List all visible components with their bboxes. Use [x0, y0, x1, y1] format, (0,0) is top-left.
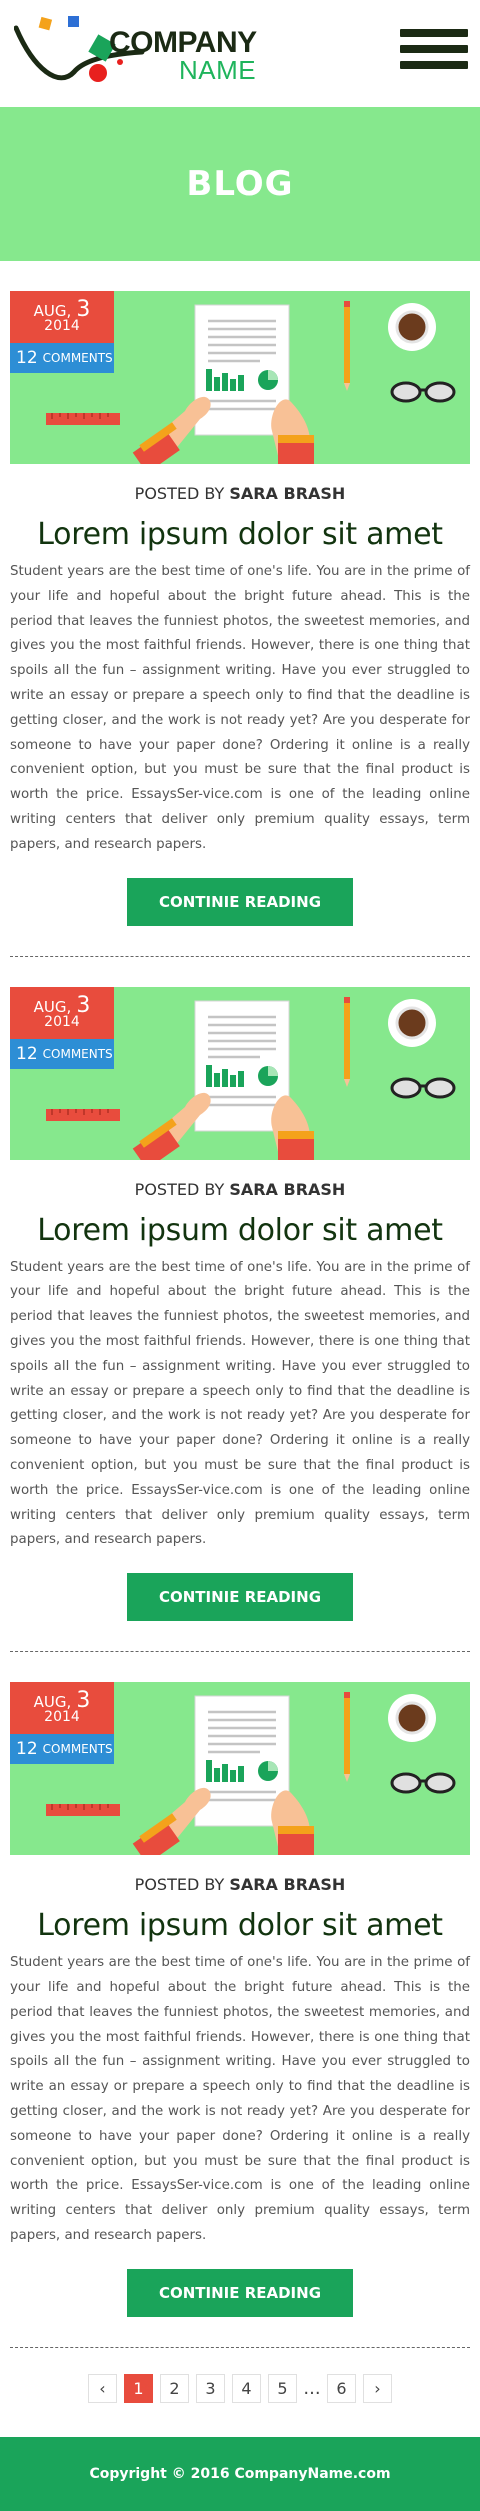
comments-count: 12 [16, 1739, 38, 1760]
date-badge: AUG, 3 2014 [10, 1682, 114, 1735]
posted-by-label: POSTED BY [134, 484, 225, 503]
blog-post: AUG, 3 2014 12 COMMENTS POSTED BY SARA B… [0, 1682, 480, 2317]
posted-by-label: POSTED BY [134, 1875, 225, 1895]
post-author: POSTED BY SARA BRASH [10, 1875, 470, 1894]
posted-by-label: POSTED BY [134, 1179, 225, 1199]
continue-reading-button[interactable]: CONTINIE READING [127, 1573, 353, 1622]
hamburger-menu-icon[interactable] [400, 29, 468, 77]
date-year: 2014 [44, 1013, 80, 1030]
date-badge: AUG, 3 2014 [10, 291, 114, 343]
logo-text-name: NAME [179, 55, 257, 85]
pagination: ‹ 1 2 3 4 5 ... 6 › [0, 2374, 480, 2404]
post-title[interactable]: Lorem ipsum dolor sit amet [10, 1908, 470, 1943]
blog-post: AUG, 3 2014 12 COMMENTS POSTED BY SARA B… [0, 291, 480, 926]
post-body: Student years are the best time of one's… [10, 1955, 470, 2243]
page-banner: BLOG [0, 107, 480, 261]
copyright-text: Copyright © 2016 CompanyName.com [89, 2465, 391, 2482]
post-image[interactable]: AUG, 3 2014 12 COMMENTS [10, 291, 470, 464]
comments-label: COMMENTS [42, 1046, 113, 1061]
post-author: POSTED BY SARA BRASH [10, 484, 470, 503]
author-name[interactable]: SARA BRASH [229, 484, 345, 503]
company-logo[interactable]: COMPANY NAME [13, 10, 264, 96]
comments-count: 12 [16, 1043, 38, 1064]
post-body: Student years are the best time of one's… [10, 1259, 470, 1548]
author-name[interactable]: SARA BRASH [229, 1180, 345, 1199]
date-badge: AUG, 3 2014 [10, 986, 114, 1039]
site-header: COMPANY NAME [0, 0, 480, 107]
post-image[interactable]: AUG, 3 2014 12 COMMENTS [10, 986, 470, 1160]
pagination-prev-icon[interactable]: ‹ [88, 2374, 117, 2404]
post-divider [10, 955, 470, 957]
page-5[interactable]: 5 [268, 2374, 297, 2404]
post-author: POSTED BY SARA BRASH [10, 1180, 470, 1199]
post-body: Student years are the best time of one's… [10, 564, 470, 852]
page-6[interactable]: 6 [327, 2374, 356, 2404]
post-divider [10, 1651, 470, 1653]
post-divider [10, 2346, 470, 2348]
page-3[interactable]: 3 [196, 2374, 225, 2404]
comments-label: COMMENTS [42, 351, 113, 365]
date-year: 2014 [44, 318, 80, 334]
comments-count: 12 [16, 348, 38, 368]
post-title[interactable]: Lorem ipsum dolor sit amet [10, 1213, 470, 1248]
continue-reading-button[interactable]: CONTINIE READING [127, 2268, 353, 2317]
blog-post: AUG, 3 2014 12 COMMENTS POSTED BY SARA B… [0, 986, 480, 1622]
comments-badge[interactable]: 12 COMMENTS [10, 1038, 114, 1069]
date-month: AUG, [33, 997, 72, 1016]
page-title: BLOG [186, 164, 294, 204]
comments-label: COMMENTS [42, 1742, 113, 1757]
page-1[interactable]: 1 [124, 2374, 153, 2404]
site-footer: Copyright © 2016 CompanyName.com [0, 2436, 480, 2511]
page-4[interactable]: 4 [232, 2374, 261, 2404]
post-title[interactable]: Lorem ipsum dolor sit amet [10, 517, 470, 552]
comments-badge[interactable]: 12 COMMENTS [10, 1734, 114, 1765]
comments-badge[interactable]: 12 COMMENTS [10, 343, 114, 373]
pagination-ellipsis: ... [303, 2378, 321, 2400]
page-2[interactable]: 2 [160, 2374, 189, 2404]
continue-reading-button[interactable]: CONTINIE READING [127, 877, 353, 926]
author-name[interactable]: SARA BRASH [229, 1875, 345, 1894]
pagination-next-icon[interactable]: › [363, 2374, 392, 2404]
post-image[interactable]: AUG, 3 2014 12 COMMENTS [10, 1682, 470, 1856]
date-year: 2014 [44, 1709, 80, 1726]
